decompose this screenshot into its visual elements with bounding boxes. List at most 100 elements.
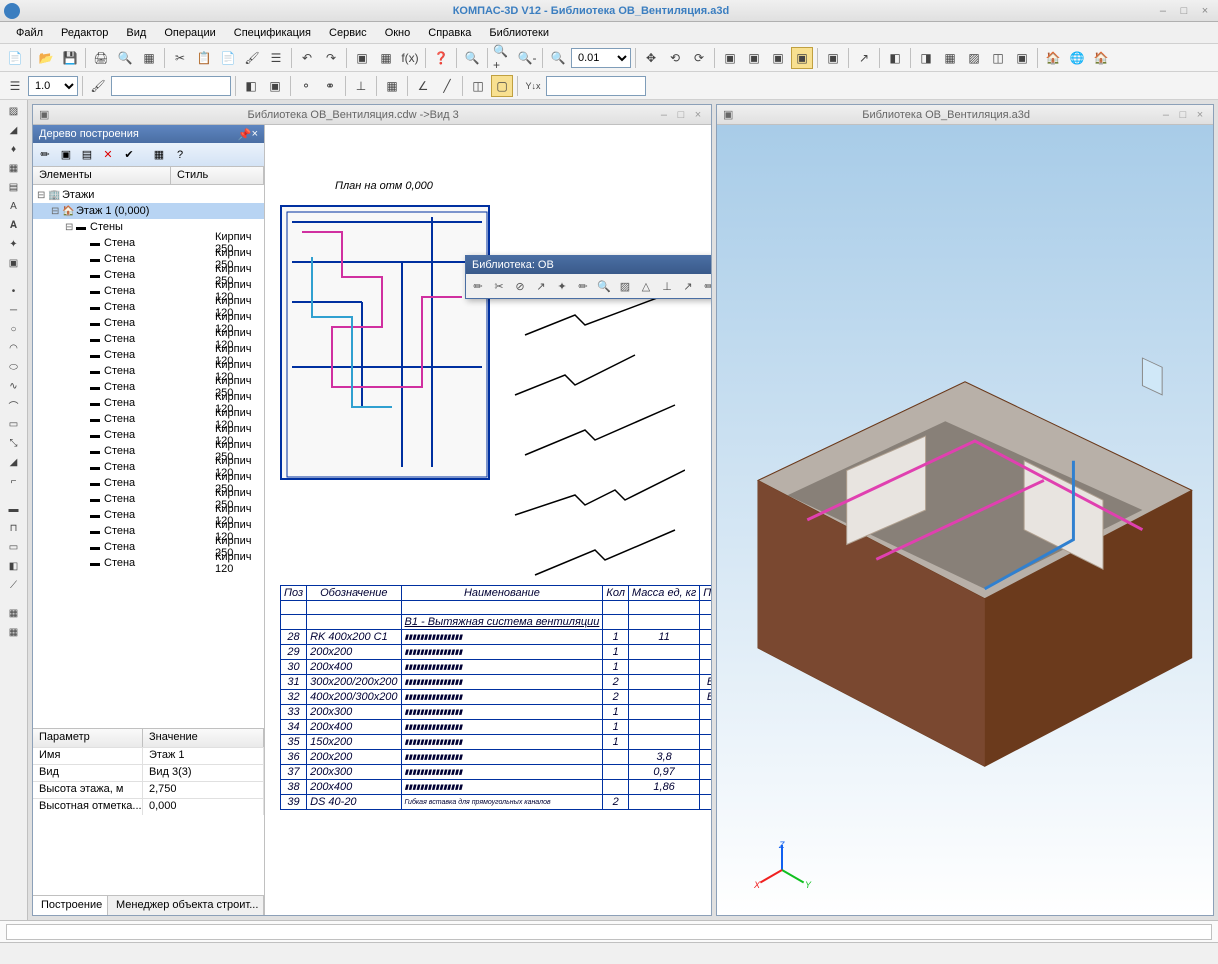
- angle-button[interactable]: ∠: [412, 75, 434, 97]
- tree-tb-1[interactable]: ✏: [36, 146, 54, 164]
- vt-extra-icon[interactable]: ◧: [3, 557, 25, 575]
- grid-button[interactable]: ▦: [381, 75, 403, 97]
- tree-tb-3[interactable]: ▤: [78, 146, 96, 164]
- vt-a-icon[interactable]: A: [3, 197, 25, 215]
- floating-library-toolbar[interactable]: Библиотека: ОВ▾× ✏ ✂ ⊘ ↗ ✦ ✏ 🔍 ▨ △ ⊥: [465, 255, 711, 299]
- vt-line-icon[interactable]: ◢: [3, 121, 25, 139]
- doc-min-button[interactable]: –: [657, 109, 671, 121]
- tree-row[interactable]: ▬СтенаКирпич 120: [33, 555, 264, 571]
- help-button[interactable]: ❓: [430, 47, 452, 69]
- perspective-button[interactable]: ▣: [822, 47, 844, 69]
- tree-body[interactable]: ⊟🏢Этажи⊟🏠Этаж 1 (0,000)⊟▬Стены▬СтенаКирп…: [33, 185, 264, 573]
- ov-tool-1[interactable]: ✏: [468, 276, 488, 296]
- vt-text-icon[interactable]: ▤: [3, 178, 25, 196]
- paste-button[interactable]: 📄: [217, 47, 239, 69]
- maximize-button[interactable]: □: [1175, 5, 1193, 17]
- spec-button[interactable]: ▦: [138, 47, 160, 69]
- vt-wall-icon[interactable]: ▬: [3, 500, 25, 518]
- vt-attr-icon[interactable]: ✦: [3, 235, 25, 253]
- canvas-3d[interactable]: Z Y X: [717, 125, 1213, 915]
- vt-chamfer-icon[interactable]: ⌐: [3, 472, 25, 490]
- prop-col-value[interactable]: Значение: [143, 729, 264, 747]
- tree-close-icon[interactable]: ×: [252, 128, 258, 140]
- redo-button[interactable]: ↷: [320, 47, 342, 69]
- yx-button[interactable]: Y↓x: [522, 75, 544, 97]
- vt-aux-icon[interactable]: ⤡: [3, 434, 25, 452]
- ov-tool-8[interactable]: ▨: [615, 276, 635, 296]
- ov-tool-9[interactable]: △: [636, 276, 656, 296]
- vt-door-icon[interactable]: ⊓: [3, 519, 25, 537]
- menu-view[interactable]: Вид: [118, 24, 154, 42]
- menu-file[interactable]: Файл: [8, 24, 51, 42]
- vt-circle-icon[interactable]: ○: [3, 320, 25, 338]
- coord-input[interactable]: [546, 76, 646, 96]
- tree-row[interactable]: ⊟🏢Этажи: [33, 187, 264, 203]
- vt-slash-icon[interactable]: ⟋: [3, 576, 25, 594]
- cut-button[interactable]: ✂: [169, 47, 191, 69]
- minimize-button[interactable]: –: [1154, 5, 1172, 17]
- hidden-button[interactable]: ▣: [743, 47, 765, 69]
- doc3d-min-button[interactable]: –: [1159, 109, 1173, 121]
- tree-tb-4[interactable]: ✕: [99, 146, 117, 164]
- globe-button[interactable]: 🌐: [1066, 47, 1088, 69]
- house-button[interactable]: 🏠: [1090, 47, 1112, 69]
- menu-help[interactable]: Справка: [420, 24, 479, 42]
- shaded-button[interactable]: ▣: [767, 47, 789, 69]
- shaded-edges-button[interactable]: ▣: [791, 47, 813, 69]
- zoom-combo[interactable]: 0.01: [571, 48, 631, 68]
- copy-button[interactable]: 📋: [193, 47, 215, 69]
- brush2-button[interactable]: 🖌: [87, 75, 109, 97]
- menu-service[interactable]: Сервис: [321, 24, 375, 42]
- t3-button[interactable]: ⚬: [295, 75, 317, 97]
- doc3d-close-button[interactable]: ×: [1193, 109, 1207, 121]
- ov-tool-5[interactable]: ✦: [552, 276, 572, 296]
- prop-col-param[interactable]: Параметр: [33, 729, 143, 747]
- vt-sketch-icon[interactable]: ▨: [3, 102, 25, 120]
- ov-tool-6[interactable]: ✏: [573, 276, 593, 296]
- tree-tb-help[interactable]: ?: [171, 146, 189, 164]
- t8-button[interactable]: ◫: [467, 75, 489, 97]
- layers-button[interactable]: ☰: [4, 75, 26, 97]
- tool-b-button[interactable]: ◨: [915, 47, 937, 69]
- tree-col-elements[interactable]: Элементы: [33, 167, 171, 184]
- rotate-button[interactable]: ⟲: [664, 47, 686, 69]
- tree-tb-6[interactable]: ▦: [150, 146, 168, 164]
- preview-button[interactable]: 🔍: [114, 47, 136, 69]
- zoom-fit-button[interactable]: 🔍: [461, 47, 483, 69]
- menu-spec[interactable]: Спецификация: [226, 24, 319, 42]
- library-button[interactable]: ▣: [351, 47, 373, 69]
- zoom-window-button[interactable]: 🔍: [547, 47, 569, 69]
- tool-a-button[interactable]: ◧: [884, 47, 906, 69]
- tree-tb-5[interactable]: ✔: [120, 146, 138, 164]
- save-button[interactable]: 💾: [59, 47, 81, 69]
- tree-tb-2[interactable]: ▣: [57, 146, 75, 164]
- open-button[interactable]: 📂: [35, 47, 57, 69]
- ov-tool-3[interactable]: ⊘: [510, 276, 530, 296]
- tree-pin-icon[interactable]: 📌: [238, 128, 252, 141]
- tree-row[interactable]: ⊟🏠Этаж 1 (0,000): [33, 203, 264, 219]
- tool-e-button[interactable]: ◫: [987, 47, 1009, 69]
- doc-close-button[interactable]: ×: [691, 109, 705, 121]
- vt-doc-icon[interactable]: ▣: [3, 254, 25, 272]
- print-button[interactable]: 🖨: [90, 47, 112, 69]
- tree-tab-build[interactable]: Построение: [33, 896, 108, 915]
- command-input[interactable]: [6, 924, 1212, 940]
- vt-dim-icon[interactable]: ♦: [3, 140, 25, 158]
- vt-b2-icon[interactable]: ▦: [3, 623, 25, 641]
- vt-b1-icon[interactable]: ▦: [3, 604, 25, 622]
- t4-button[interactable]: ⚭: [319, 75, 341, 97]
- canvas-2d[interactable]: План на отм 0,000: [265, 125, 711, 915]
- ov-tool-10[interactable]: ⊥: [657, 276, 677, 296]
- style-input[interactable]: [111, 76, 231, 96]
- close-button[interactable]: ×: [1196, 5, 1214, 17]
- ov-tool-2[interactable]: ✂: [489, 276, 509, 296]
- menu-window[interactable]: Окно: [377, 24, 419, 42]
- tree-col-style[interactable]: Стиль: [171, 167, 264, 184]
- zoom-out-button[interactable]: 🔍-: [516, 47, 538, 69]
- vt-arc-icon[interactable]: ◠: [3, 339, 25, 357]
- vt-spline-icon[interactable]: ∿: [3, 377, 25, 395]
- zoom-in-button[interactable]: 🔍+: [492, 47, 514, 69]
- pan-button[interactable]: ✥: [640, 47, 662, 69]
- wireframe-button[interactable]: ▣: [719, 47, 741, 69]
- scale-combo[interactable]: 1.0: [28, 76, 78, 96]
